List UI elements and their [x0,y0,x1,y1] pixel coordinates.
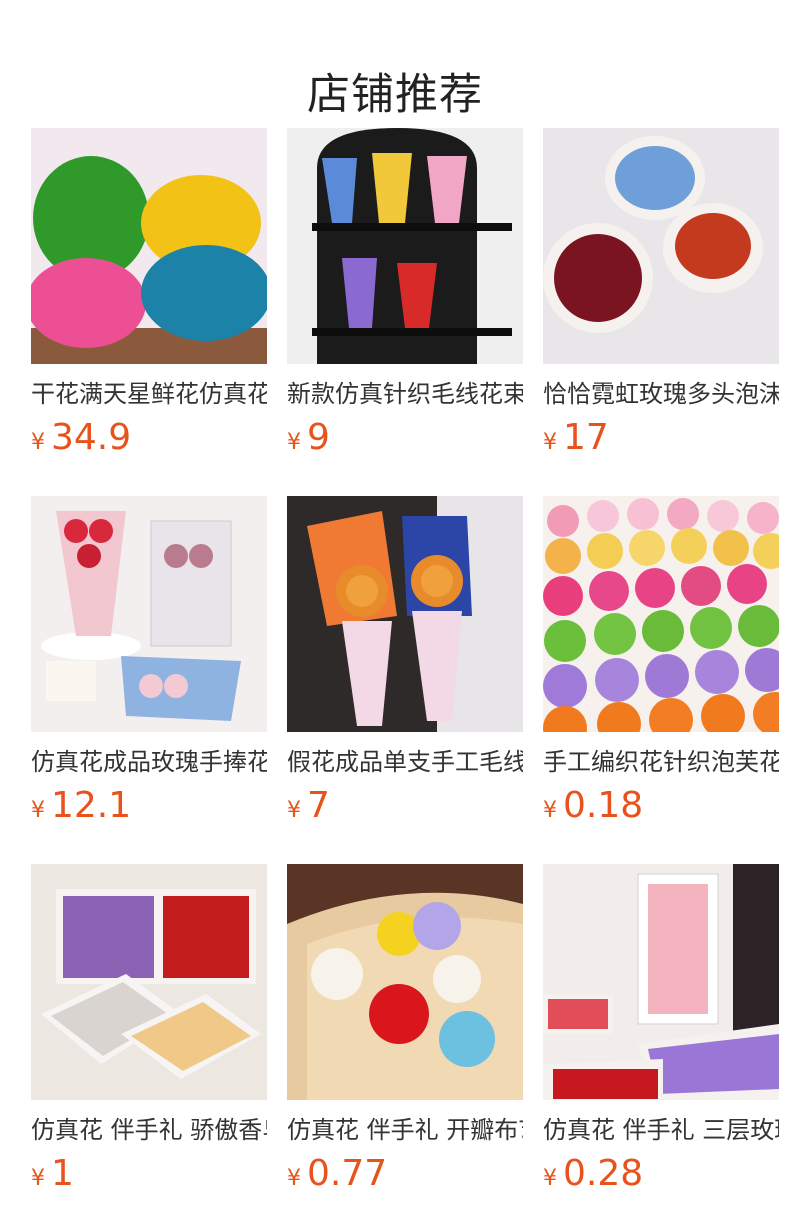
currency-symbol: ¥ [543,430,557,455]
product-card[interactable]: 干花满天星鲜花仿真花 ¥34.9 [31,128,267,496]
product-image-knitted-bouquets[interactable] [287,128,523,364]
product-card[interactable]: 仿真花成品玫瑰手捧花束 ¥12.1 [31,496,267,864]
product-grid: 干花满天星鲜花仿真花 ¥34.9 新款仿真针织毛线花束 ¥9 恰恰霓虹玫瑰多头泡… [31,128,779,1232]
product-name[interactable]: 干花满天星鲜花仿真花 [31,378,267,410]
product-image-neon-roses[interactable] [543,128,779,364]
product-image-dried-gypsophila[interactable] [31,128,267,364]
product-card[interactable]: 新款仿真针织毛线花束 ¥9 [287,128,523,496]
product-image-rose-bouquets[interactable] [31,496,267,732]
rose-bouquets-image [31,496,267,732]
currency-symbol: ¥ [543,798,557,823]
product-price: ¥9 [287,416,523,460]
crochet-flowers-image [543,496,779,732]
price-amount: 1 [51,1153,74,1194]
price-amount: 0.28 [563,1153,644,1194]
product-name[interactable]: 恰恰霓虹玫瑰多头泡沫花 [543,378,779,410]
sunflower-bouquets-image [287,496,523,732]
product-name[interactable]: 仿真花 伴手礼 开瓣布艺花 [287,1114,523,1146]
product-name[interactable]: 手工编织花针织泡芙花朵 [543,746,779,778]
product-image-sunflower-bouquets[interactable] [287,496,523,732]
product-name[interactable]: 仿真花成品玫瑰手捧花束 [31,746,267,778]
price-amount: 0.77 [307,1153,388,1194]
currency-symbol: ¥ [31,1166,45,1191]
fabric-lilies-image [287,864,523,1100]
currency-symbol: ¥ [31,430,45,455]
product-price: ¥7 [287,784,523,828]
product-price: ¥0.28 [543,1152,779,1196]
product-image-layered-soap-roses[interactable] [543,864,779,1100]
product-name[interactable]: 仿真花 伴手礼 骄傲香皂花 [31,1114,267,1146]
price-amount: 7 [307,785,330,826]
price-amount: 0.18 [563,785,644,826]
product-price: ¥0.77 [287,1152,523,1196]
product-card[interactable]: 恰恰霓虹玫瑰多头泡沫花 ¥17 [543,128,779,496]
product-card[interactable]: 仿真花 伴手礼 骄傲香皂花 ¥1 [31,864,267,1232]
layered-soap-roses-image [543,864,779,1100]
page-title: 店铺推荐 [307,69,483,120]
product-card[interactable]: 假花成品单支手工毛线花 ¥7 [287,496,523,864]
price-amount: 17 [563,417,609,458]
product-card[interactable]: 手工编织花针织泡芙花朵 ¥0.18 [543,496,779,864]
knitted-bouquets-image [287,128,523,364]
soap-rose-boxes-image [31,864,267,1100]
product-price: ¥1 [31,1152,267,1196]
product-name[interactable]: 新款仿真针织毛线花束 [287,378,523,410]
product-image-soap-rose-boxes[interactable] [31,864,267,1100]
product-price: ¥0.18 [543,784,779,828]
currency-symbol: ¥ [287,1166,301,1191]
product-price: ¥12.1 [31,784,267,828]
price-amount: 9 [307,417,330,458]
product-name[interactable]: 仿真花 伴手礼 三层玫瑰香皂花 [543,1114,779,1146]
currency-symbol: ¥ [287,798,301,823]
neon-roses-image [543,128,779,364]
price-amount: 12.1 [51,785,132,826]
currency-symbol: ¥ [31,798,45,823]
product-price: ¥34.9 [31,416,267,460]
currency-symbol: ¥ [543,1166,557,1191]
product-card[interactable]: 仿真花 伴手礼 三层玫瑰香皂花 ¥0.28 [543,864,779,1232]
product-card[interactable]: 仿真花 伴手礼 开瓣布艺花 ¥0.77 [287,864,523,1232]
product-price: ¥17 [543,416,779,460]
dried-gypsophila-image [31,128,267,364]
product-image-crochet-flowers[interactable] [543,496,779,732]
product-name[interactable]: 假花成品单支手工毛线花 [287,746,523,778]
currency-symbol: ¥ [287,430,301,455]
product-image-fabric-lilies[interactable] [287,864,523,1100]
price-amount: 34.9 [51,417,132,458]
